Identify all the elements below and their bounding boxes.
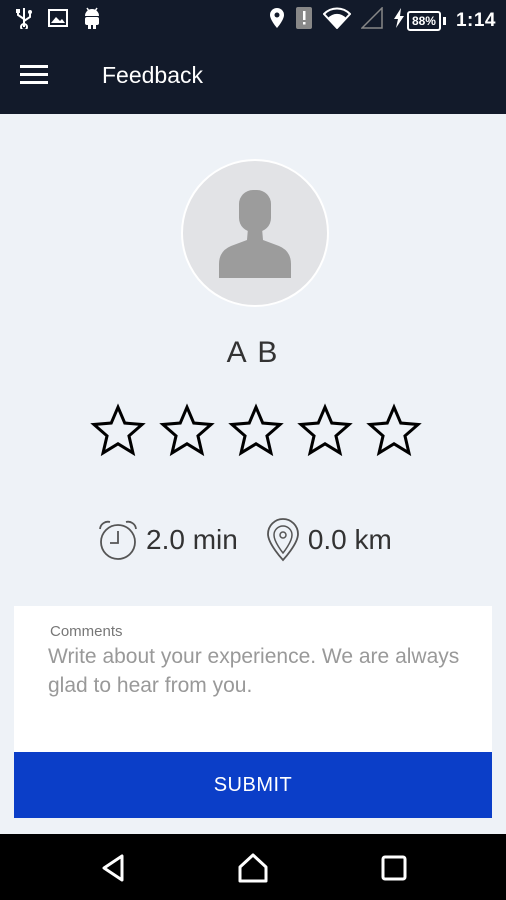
back-icon[interactable] xyxy=(98,852,130,884)
hamburger-menu-icon[interactable] xyxy=(20,60,60,92)
charging-icon xyxy=(393,8,405,33)
page-title: Feedback xyxy=(102,62,204,88)
comments-label: Comments xyxy=(50,623,123,640)
status-bar-system: 88% 1:14 xyxy=(269,6,496,35)
recents-icon[interactable] xyxy=(378,852,410,884)
user-name: A B xyxy=(226,336,280,369)
person-placeholder-icon xyxy=(219,190,291,278)
status-bar-notifications xyxy=(14,7,102,34)
android-icon xyxy=(82,7,102,34)
status-bar: 88% 1:14 xyxy=(0,0,506,38)
location-icon xyxy=(269,7,285,34)
comments-input[interactable] xyxy=(48,642,468,742)
battery-level: 88% xyxy=(411,13,436,28)
clock: 1:14 xyxy=(455,9,496,31)
battery-tip xyxy=(442,16,446,25)
star-icon-3[interactable] xyxy=(228,403,284,459)
location-pin-icon xyxy=(266,518,299,562)
image-icon xyxy=(48,8,68,33)
home-icon[interactable] xyxy=(237,852,269,884)
signal-icon xyxy=(360,6,383,34)
avatar xyxy=(181,159,329,307)
star-icon-2[interactable] xyxy=(159,403,215,459)
star-icon-1[interactable] xyxy=(90,403,146,459)
comments-card: Comments xyxy=(14,606,492,752)
app-bar: Feedback xyxy=(0,38,506,114)
navigation-bar xyxy=(0,834,506,900)
distance-stat: 0.0 km xyxy=(264,518,392,562)
usb-icon xyxy=(14,7,34,34)
submit-button[interactable]: SUBMIT xyxy=(14,752,492,818)
trip-stats: 2.0 min 0.0 km xyxy=(96,518,392,562)
star-icon-4[interactable] xyxy=(297,403,353,459)
alarm-clock-icon xyxy=(99,520,137,560)
distance-value: 0.0 km xyxy=(307,524,392,555)
duration-value: 2.0 min xyxy=(146,524,238,555)
duration-stat: 2.0 min xyxy=(96,518,238,562)
battery-indicator: 88% xyxy=(393,8,446,33)
star-rating[interactable] xyxy=(90,403,422,459)
alert-icon xyxy=(295,6,313,35)
wifi-icon xyxy=(322,7,352,34)
battery-icon: 88% xyxy=(406,10,441,31)
star-icon-5[interactable] xyxy=(366,403,422,459)
